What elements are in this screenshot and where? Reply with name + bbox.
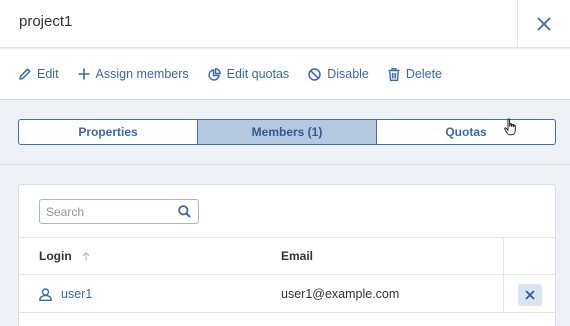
close-button[interactable] xyxy=(517,0,570,48)
delete-button[interactable]: Delete xyxy=(388,67,442,81)
search-input[interactable] xyxy=(40,200,174,223)
table-header: Login Email xyxy=(19,237,555,275)
tab-members[interactable]: Members (1) xyxy=(198,120,377,144)
ban-icon xyxy=(308,67,321,81)
tab-quotas[interactable]: Quotas xyxy=(377,120,555,144)
user-icon xyxy=(39,287,52,301)
user-login: user1 xyxy=(61,287,93,301)
toolbar: Edit Assign members Edit quotas Disable … xyxy=(0,49,570,100)
user-email: user1@example.com xyxy=(281,287,400,301)
modal-header: project1 xyxy=(0,0,570,48)
disable-label: Disable xyxy=(327,67,369,81)
edit-button[interactable]: Edit xyxy=(19,67,59,81)
remove-icon xyxy=(525,290,535,300)
edit-label: Edit xyxy=(37,67,59,81)
column-divider xyxy=(503,238,504,274)
table-row: user1 user1@example.com xyxy=(19,275,555,313)
assign-members-label: Assign members xyxy=(95,67,189,81)
column-header-login[interactable]: Login xyxy=(39,238,90,274)
pie-chart-icon xyxy=(207,67,221,81)
tab-bar: Properties Members (1) Quotas xyxy=(18,119,556,145)
disable-button[interactable]: Disable xyxy=(308,67,369,81)
edit-quotas-button[interactable]: Edit quotas xyxy=(207,67,290,81)
search-icon[interactable] xyxy=(178,205,191,218)
remove-member-button[interactable] xyxy=(518,284,542,306)
plus-icon xyxy=(78,68,90,80)
login-header-label: Login xyxy=(39,249,72,263)
trash-icon xyxy=(388,67,400,81)
column-divider xyxy=(503,275,504,313)
user-login-link[interactable]: user1 xyxy=(39,275,92,313)
hand-cursor-icon xyxy=(504,118,516,136)
divider xyxy=(0,164,570,165)
close-icon xyxy=(537,17,551,31)
assign-members-button[interactable]: Assign members xyxy=(78,67,189,81)
edit-quotas-label: Edit quotas xyxy=(226,67,290,81)
pencil-icon xyxy=(19,68,31,80)
sort-up-icon xyxy=(82,251,90,260)
tab-properties[interactable]: Properties xyxy=(19,120,198,144)
members-panel: Login Email user1 user1@example.com xyxy=(18,184,556,326)
page-title: project1 xyxy=(19,13,73,30)
search-box xyxy=(39,199,199,224)
delete-label: Delete xyxy=(405,67,443,81)
column-header-email[interactable]: Email xyxy=(281,238,313,274)
